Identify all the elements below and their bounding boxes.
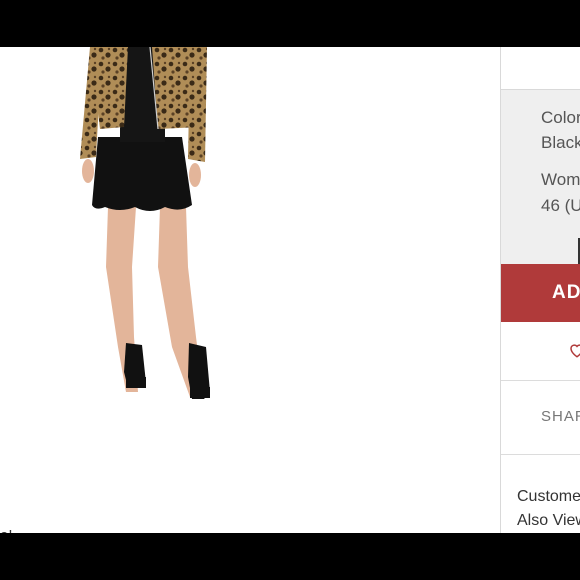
add-button-label: ADD bbox=[552, 282, 580, 303]
product-page: e! Color Black Wom 46 (U ADD SHAR Custom… bbox=[0, 47, 580, 533]
share-row[interactable]: SHAR bbox=[501, 381, 580, 455]
product-details-column: Color Black Wom 46 (U ADD SHAR Custome A… bbox=[500, 47, 580, 533]
add-to-bag-button[interactable]: ADD bbox=[501, 264, 580, 322]
customers-also-viewed-heading-line2: Also View bbox=[517, 512, 580, 529]
size-label: Wom bbox=[541, 170, 580, 189]
model-figure-illustration bbox=[80, 47, 210, 399]
share-label: SHAR bbox=[541, 408, 580, 425]
favorite-row[interactable] bbox=[501, 322, 580, 381]
size-value[interactable]: 46 (U bbox=[541, 196, 580, 216]
product-image[interactable] bbox=[0, 47, 500, 533]
heart-icon[interactable] bbox=[568, 341, 580, 359]
top-letterbox-bar bbox=[0, 0, 580, 47]
color-label: Color bbox=[541, 108, 580, 127]
customers-also-viewed-heading-line1: Custome bbox=[517, 488, 580, 505]
bottom-letterbox-bar bbox=[0, 533, 580, 580]
color-value: Black bbox=[541, 133, 580, 152]
product-options-panel: Color Black Wom 46 (U bbox=[501, 89, 580, 265]
